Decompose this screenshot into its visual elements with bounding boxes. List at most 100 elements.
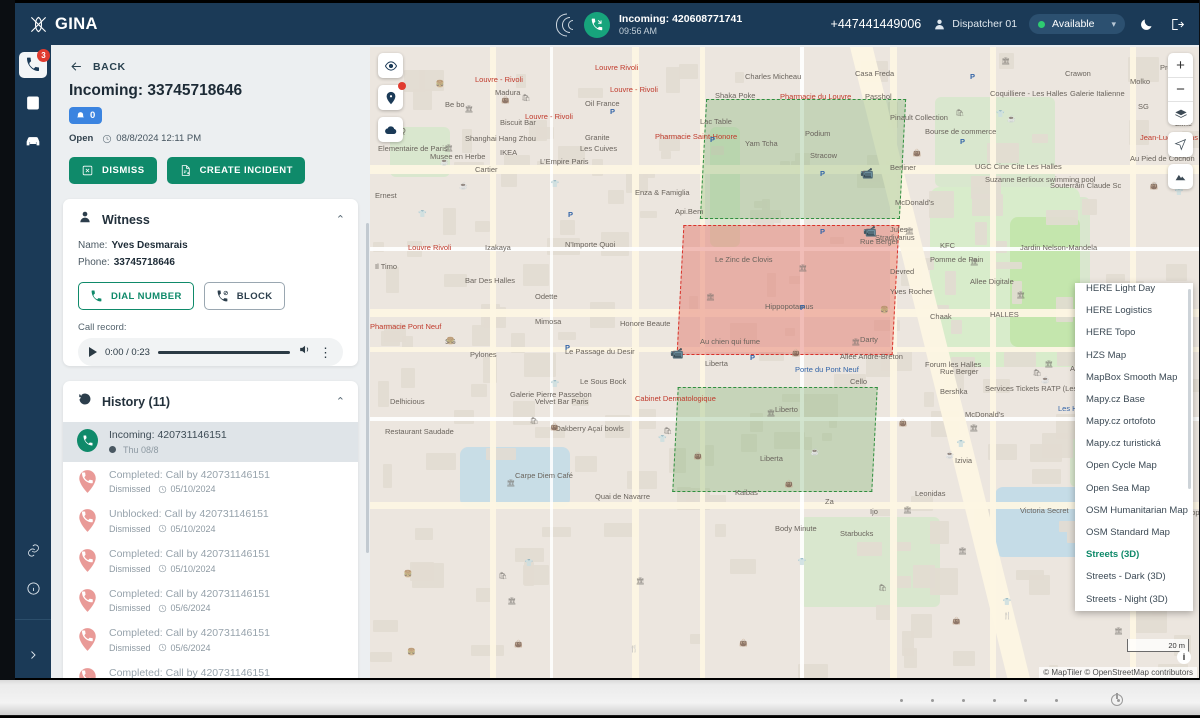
witness-title: Witness [102, 213, 326, 227]
map-camera-marker[interactable]: 📹 [863, 225, 877, 238]
history-item[interactable]: Completed: Call by 420731146151Dismissed… [63, 620, 358, 660]
player-progress-bar[interactable] [158, 351, 290, 354]
audio-player[interactable]: 0:00 / 0:23 ⋮ [78, 338, 343, 366]
sidebar-item-calls[interactable]: 3 [19, 52, 47, 78]
back-button[interactable]: BACK [51, 47, 370, 82]
map-camera-marker[interactable]: 📹 [670, 347, 684, 360]
dismiss-icon [81, 164, 94, 177]
chevron-up-icon[interactable]: ⌃ [336, 395, 345, 408]
map-feature [560, 220, 575, 235]
layers-button[interactable] [1168, 101, 1193, 125]
map-poi-icon: 👕 [658, 435, 667, 443]
map-layer-option[interactable]: HERE Light Day [1075, 283, 1193, 300]
map-poi-icon: 👜 [550, 423, 559, 431]
history-list[interactable]: Incoming: 420731146151 Thu 08/8 Completed:… [63, 420, 358, 678]
map-poi-icon: 🛍 [530, 417, 539, 425]
power-button-icon[interactable] [1111, 694, 1123, 706]
play-button[interactable] [89, 347, 97, 357]
map-poi-icon: 🏛 [1001, 57, 1010, 65]
history-item-text: Completed: Call by 420731146151Dismissed… [109, 588, 270, 614]
map-info-button[interactable]: i [1177, 650, 1191, 664]
history-card-header[interactable]: History (11) ⌃ [63, 381, 358, 420]
history-item[interactable]: Incoming: 420731146151 Thu 08/8 [63, 422, 358, 462]
sidebar-item-info[interactable] [26, 581, 41, 601]
rail-expand-button[interactable] [15, 638, 51, 672]
zoom-in-button[interactable]: + [1168, 53, 1193, 77]
map-layer-option[interactable]: HERE Topo [1075, 322, 1193, 344]
map-visibility-button[interactable] [378, 53, 403, 78]
call-wave-icon [555, 13, 575, 37]
keyboard-key-row [900, 699, 1120, 702]
call-pin-icon [77, 508, 98, 533]
call-detail-panel: BACK Incoming: 33745718646 0 Open 08/8/2… [51, 47, 370, 678]
map-poi-icon: 🏛 [506, 479, 515, 487]
map-camera-marker[interactable]: 📹 [860, 167, 874, 180]
history-item[interactable]: Completed: Call by 420731146151Dismissed… [63, 462, 358, 502]
map-layer-option[interactable]: HERE Logistics [1075, 300, 1193, 322]
incoming-call-banner[interactable]: Incoming: 420608771741 09:56 AM [555, 12, 742, 38]
map-layer-option[interactable]: Open Sea Map [1075, 477, 1193, 499]
layers-icon [1174, 109, 1188, 118]
map-layer-option[interactable]: Streets (3D) [1075, 544, 1193, 566]
block-button[interactable]: BLOCK [204, 282, 285, 310]
map-label: Darty [860, 335, 878, 344]
sidebar-item-incidents[interactable] [19, 90, 47, 116]
theme-toggle-button[interactable] [1137, 15, 1155, 33]
zoom-out-button[interactable]: − [1168, 77, 1193, 101]
chevron-up-icon[interactable]: ⌃ [336, 213, 345, 226]
map-layer-option[interactable]: Mapy.cz Base [1075, 388, 1193, 410]
create-incident-button[interactable]: CREATE INCIDENT [167, 157, 305, 184]
map-layer-option[interactable]: Mapy.cz turistická [1075, 433, 1193, 455]
map-label: IKEA [500, 148, 517, 157]
map-weather-button[interactable] [378, 117, 403, 142]
volume-button[interactable] [298, 343, 311, 361]
map-layer-option[interactable]: OSM Standard Map [1075, 521, 1193, 543]
back-label: BACK [93, 61, 126, 73]
map-label: Musee en Herbe [430, 152, 485, 161]
map-feature [370, 652, 392, 662]
block-label: BLOCK [237, 291, 273, 302]
map-poi-icon: 👜 [694, 452, 703, 460]
dial-number-button[interactable]: DIAL NUMBER [78, 282, 194, 310]
map-layer-option[interactable]: MapBox Smooth Map [1075, 366, 1193, 388]
history-item[interactable]: Unblocked: Call by 420731146151 Dismissed… [63, 501, 358, 541]
map-poi-icon: 🏛 [903, 506, 912, 514]
call-pin-icon [77, 667, 98, 678]
dismiss-button[interactable]: DISMISS [69, 157, 157, 184]
map-view[interactable]: Louvre Rivoli Charles Micheau Casa Freda Cr… [370, 47, 1199, 678]
logout-button[interactable] [1167, 15, 1185, 33]
map-label: Be bo [445, 100, 465, 109]
history-item-date: Thu 08/8 [123, 445, 159, 455]
map-label: Cabinet Dermatologique [635, 394, 716, 403]
navigation-icon [1174, 138, 1187, 151]
map-label: McDonald's [895, 198, 934, 207]
history-item[interactable]: Completed: Call by 420731146151Dismissed… [63, 581, 358, 621]
map-layer-option[interactable]: Open Cycle Map [1075, 455, 1193, 477]
map-layer-option[interactable]: HZS Map [1075, 344, 1193, 366]
map-markers-button[interactable] [378, 85, 403, 110]
sidebar-item-units[interactable] [19, 128, 47, 154]
map-layer-option[interactable]: Mapy.cz ortofoto [1075, 411, 1193, 433]
locate-button[interactable] [1168, 132, 1193, 157]
history-item-status: Dismissed [109, 643, 151, 653]
layers-scrollbar[interactable] [1188, 289, 1191, 489]
dismiss-label: DISMISS [102, 165, 145, 176]
witness-card: Witness ⌃ Name: Yves Desmarais Phone: 3374… [63, 199, 358, 366]
status-dropdown[interactable]: Available ▾ [1029, 14, 1125, 34]
history-item[interactable]: Completed: Call by 420731146151Dismissed… [63, 541, 358, 581]
map-layer-option[interactable]: Streets - Dark (3D) [1075, 566, 1193, 588]
map-layer-option[interactable]: OSM Humanitarian Map [1075, 499, 1193, 521]
map-label: Le Passage du Desir [565, 347, 635, 356]
priority-count: 0 [90, 110, 95, 121]
witness-card-header[interactable]: Witness ⌃ [63, 199, 358, 238]
history-item[interactable]: Completed: Call by 420731146151Dismissed… [63, 660, 358, 678]
player-more-button[interactable]: ⋮ [319, 346, 332, 359]
sidebar-item-links[interactable] [26, 543, 41, 563]
dispatcher-user[interactable]: Dispatcher 01 [933, 18, 1017, 31]
terrain-button[interactable] [1168, 164, 1193, 189]
call-pin-icon [77, 508, 98, 533]
map-poi-icon: 👜 [899, 419, 908, 427]
map-layers-dropdown[interactable]: HERE AerialHERE CommandHERE Light DayHER… [1075, 283, 1193, 611]
panel-scrollbar[interactable] [366, 223, 369, 553]
map-layer-option[interactable]: Streets - Night (3D) [1075, 588, 1193, 610]
